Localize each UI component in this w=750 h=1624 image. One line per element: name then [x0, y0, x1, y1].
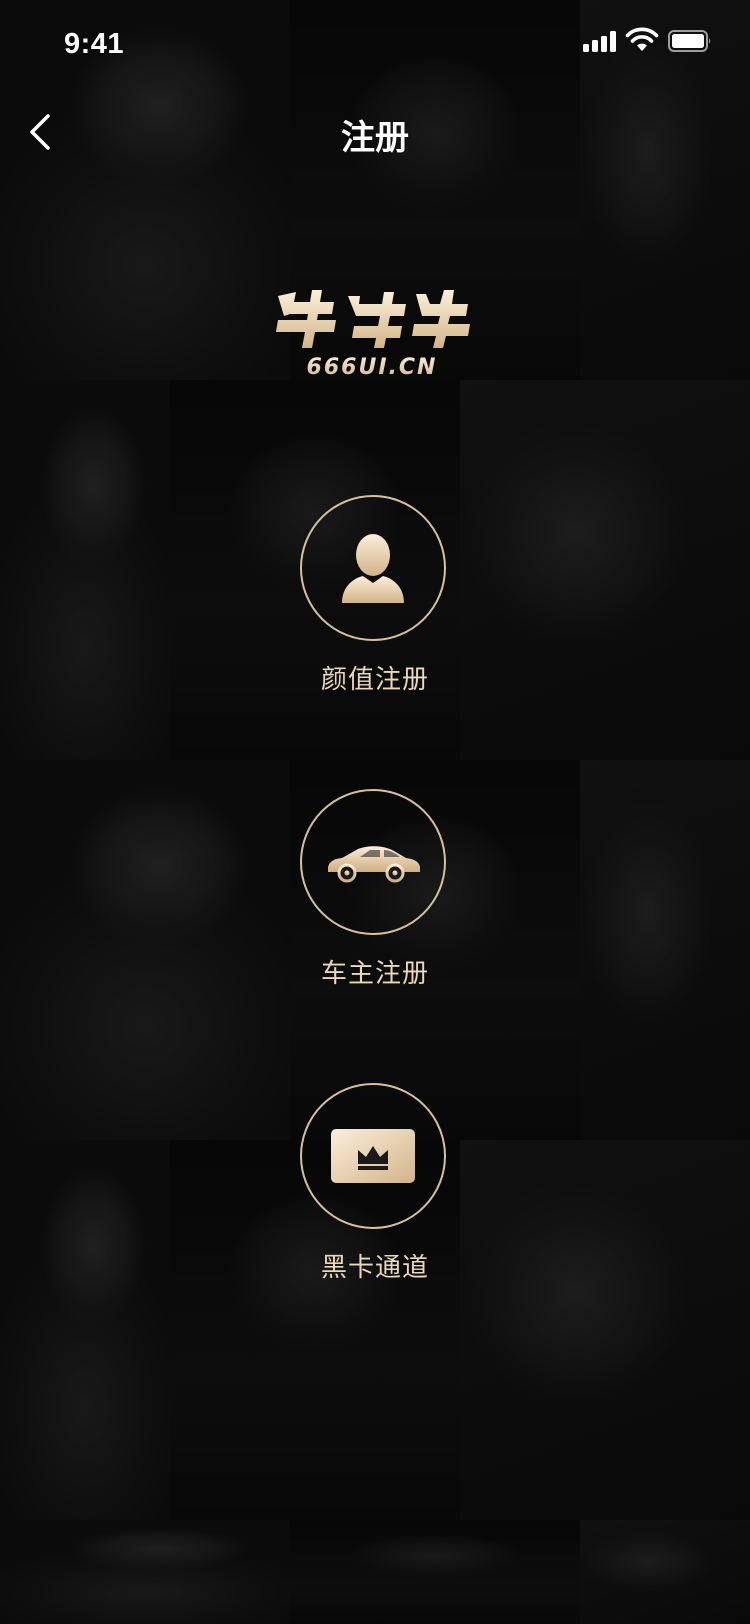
background-photo [0, 380, 170, 760]
register-screen: 9:41 注册 666UI.CN 颜值注册 车主注册 黑卡通道 [0, 0, 750, 1624]
background-photo [460, 1140, 750, 1520]
car-owner-register-button[interactable] [300, 789, 446, 935]
background-photo [460, 380, 750, 760]
background-photo [580, 1520, 750, 1624]
black-card-channel-button[interactable] [300, 1083, 446, 1229]
brand-logo: 666UI.CN [276, 290, 470, 380]
crown-card-icon [331, 1129, 415, 1183]
logo-subtext: 666UI.CN [307, 355, 438, 380]
battery-icon [668, 30, 711, 52]
car-icon [328, 846, 420, 883]
option-label: 颜值注册 [320, 665, 429, 695]
person-icon [342, 534, 404, 603]
page-title: 注册 [341, 118, 409, 158]
appearance-register-button[interactable] [300, 495, 446, 641]
nav-bar: 注册 [0, 88, 750, 176]
status-bar: 9:41 [0, 0, 750, 88]
status-time: 9:41 [64, 28, 125, 60]
background-photo [0, 1140, 170, 1520]
wifi-icon [625, 27, 659, 51]
option-label: 车主注册 [320, 959, 429, 989]
background-photo [0, 760, 290, 1140]
option-label: 黑卡通道 [320, 1253, 429, 1283]
background-photo [0, 1520, 290, 1624]
background-photo [290, 1520, 580, 1624]
background-photo [580, 760, 750, 1140]
cellular-signal-icon [583, 30, 616, 52]
